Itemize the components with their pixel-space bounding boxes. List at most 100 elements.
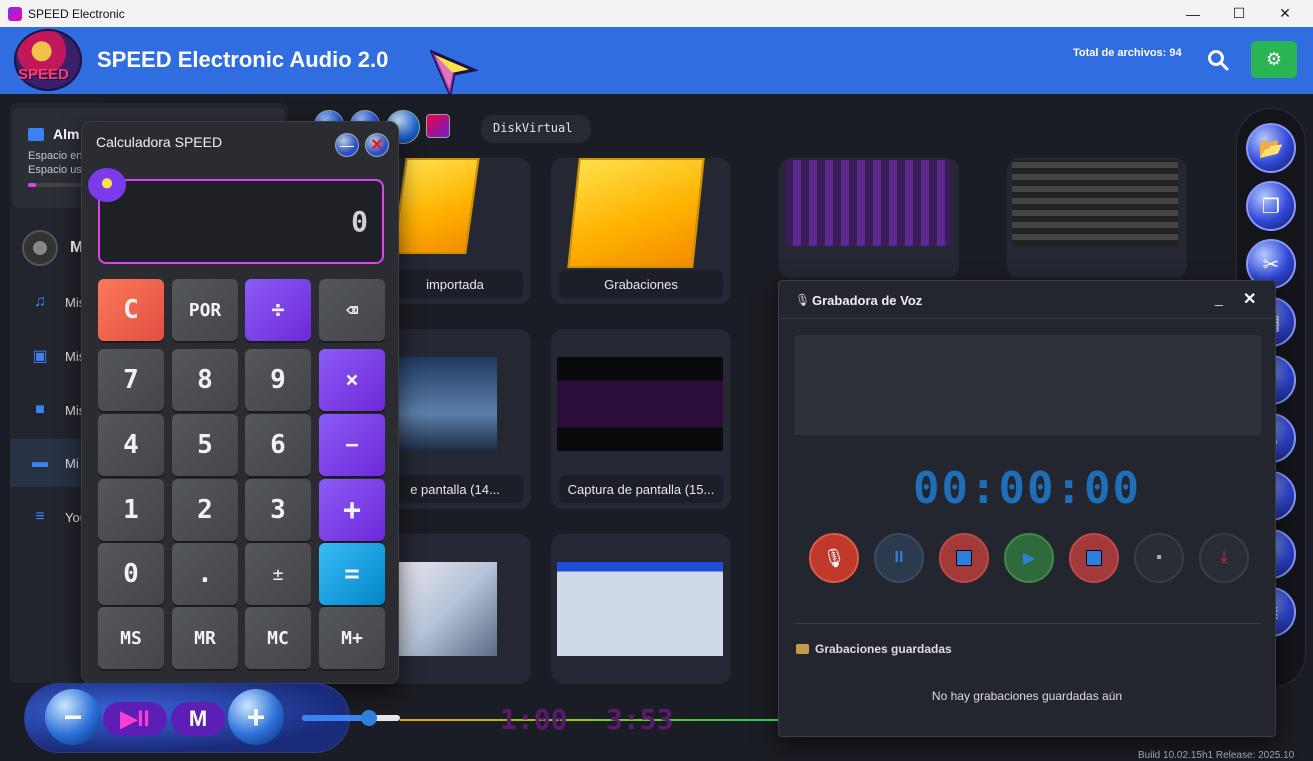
memory-recall-key[interactable]: MR <box>172 607 238 669</box>
image-icon: ▣ <box>32 348 48 365</box>
digit-3-key[interactable]: 3 <box>245 479 311 541</box>
new-folder-button[interactable]: 📂 <box>1246 123 1296 173</box>
image-card[interactable] <box>1007 158 1187 278</box>
play-button[interactable]: ▶ <box>1004 533 1054 583</box>
stop-playback-button[interactable] <box>1069 533 1119 583</box>
gear-icon: ⚙ <box>1265 49 1283 69</box>
add-key[interactable]: + <box>319 479 385 541</box>
decimal-key[interactable]: . <box>172 543 238 605</box>
record-button[interactable]: 🎙 <box>809 533 859 583</box>
memory-add-key[interactable]: M+ <box>319 607 385 669</box>
image-card[interactable] <box>779 158 959 278</box>
pause-icon: II <box>894 549 904 566</box>
sign-toggle-key[interactable]: ± <box>245 543 311 605</box>
calculator-window: Calculadora SPEED — ✕ 0 C POR ÷ ⌫ 7 8 9 … <box>81 121 399 684</box>
total-files: Total de archivos: 94 <box>1073 47 1182 59</box>
path-breadcrumb[interactable]: DiskVirtual <box>481 115 591 143</box>
stop-button[interactable] <box>939 533 989 583</box>
thumbnail <box>1012 160 1178 246</box>
digit-0-key[interactable]: 0 <box>98 543 164 605</box>
clear-key[interactable]: C <box>98 279 164 341</box>
digit-4-key[interactable]: 4 <box>98 414 164 476</box>
digit-7-key[interactable]: 7 <box>98 349 164 411</box>
folder-icon <box>392 158 480 254</box>
image-card[interactable]: e pantalla (14... <box>379 329 531 509</box>
track-progress[interactable] <box>400 719 778 721</box>
image-card[interactable]: Captura de pantalla (15... <box>551 329 731 509</box>
folder-icon <box>796 644 809 654</box>
divide-key[interactable]: ÷ <box>245 279 311 341</box>
minimize-button[interactable]: — <box>1170 0 1216 27</box>
save-button[interactable]: ▪ <box>1134 533 1184 583</box>
recorder-close-button[interactable]: ✕ <box>1243 289 1256 309</box>
folder-card[interactable]: importada <box>379 158 531 304</box>
recorder-title: Grabadora de Voz <box>812 293 923 308</box>
copy-button[interactable]: ❐ <box>1246 181 1296 231</box>
recorder-minimize-button[interactable]: _ <box>1215 290 1223 306</box>
percent-key[interactable]: POR <box>172 279 238 341</box>
copy-icon: ❐ <box>1262 195 1280 218</box>
build-info: Build 10.02.15h1 Release: 2025.10 <box>1138 750 1295 761</box>
app-logo: SPEED <box>14 29 82 91</box>
stop-icon <box>956 550 972 566</box>
logo-text: SPEED <box>18 66 69 83</box>
scissors-icon: ✂ <box>1262 253 1280 276</box>
folder-icon <box>567 158 705 268</box>
backspace-key[interactable]: ⌫ <box>319 279 385 341</box>
image-card[interactable] <box>379 534 531 684</box>
storage-title: Alm <box>53 126 80 142</box>
thumbnail <box>785 160 951 246</box>
volume-knob[interactable] <box>361 710 377 726</box>
storage-total: Espacio en <box>28 150 83 162</box>
folder-plus-icon: 📂 <box>1258 137 1284 160</box>
volume-fill <box>302 715 369 721</box>
volume-slider[interactable] <box>302 710 400 726</box>
app-header: SPEED SPEED Electronic Audio 2.0 Total d… <box>0 27 1313 98</box>
calculator-close-button[interactable]: ✕ <box>365 133 389 157</box>
digit-5-key[interactable]: 5 <box>172 414 238 476</box>
recorder-header: 🎙 Grabadora de Voz _ ✕ <box>779 281 1275 319</box>
calculator-title: Calculadora SPEED <box>96 134 223 150</box>
digit-6-key[interactable]: 6 <box>245 414 311 476</box>
multiply-key[interactable]: × <box>319 349 385 411</box>
mode-button[interactable]: M <box>171 702 225 736</box>
search-icon[interactable] <box>1206 48 1230 72</box>
video-camera-icon: ■ <box>35 401 45 418</box>
volume-up-button[interactable]: + <box>228 689 284 745</box>
cursor-art-icon <box>430 50 478 98</box>
digit-9-key[interactable]: 9 <box>245 349 311 411</box>
memory-clear-key[interactable]: MC <box>245 607 311 669</box>
digit-8-key[interactable]: 8 <box>172 349 238 411</box>
digit-1-key[interactable]: 1 <box>98 479 164 541</box>
disk-icon[interactable] <box>426 114 450 138</box>
microphone-icon: 🎙 <box>795 293 811 307</box>
folder-card[interactable]: Grabaciones <box>551 158 731 304</box>
avatar[interactable] <box>22 230 58 266</box>
thumbnail <box>397 357 497 451</box>
microphone-icon: 🎙 <box>822 547 846 568</box>
saved-recordings-title: Grabaciones guardadas <box>815 642 952 656</box>
divider <box>794 623 1261 624</box>
card-label: importada <box>387 270 523 298</box>
calculator-knob-icon[interactable] <box>88 168 126 202</box>
sidebar-item-label: Mi <box>65 455 79 471</box>
download-button[interactable]: ⤓ <box>1199 533 1249 583</box>
app-icon <box>8 6 22 21</box>
subtract-key[interactable]: − <box>319 414 385 476</box>
equals-key[interactable]: = <box>319 543 385 605</box>
close-button[interactable]: ✕ <box>1262 0 1308 27</box>
maximize-button[interactable]: ☐ <box>1216 0 1262 27</box>
thumbnail <box>557 357 723 451</box>
total-time: 3:53 <box>606 703 674 736</box>
image-card[interactable] <box>551 534 731 684</box>
pause-button[interactable]: II <box>874 533 924 583</box>
folder-icon: ▬ <box>32 454 48 471</box>
server-icon: ≡ <box>35 508 45 525</box>
card-label: e pantalla (14... <box>387 475 523 503</box>
memory-store-key[interactable]: MS <box>98 607 164 669</box>
play-pause-button[interactable]: ▶II <box>103 702 167 736</box>
settings-button[interactable]: ⚙ <box>1251 41 1297 78</box>
volume-down-button[interactable]: − <box>45 689 101 745</box>
digit-2-key[interactable]: 2 <box>172 479 238 541</box>
calculator-minimize-button[interactable]: — <box>335 133 359 157</box>
